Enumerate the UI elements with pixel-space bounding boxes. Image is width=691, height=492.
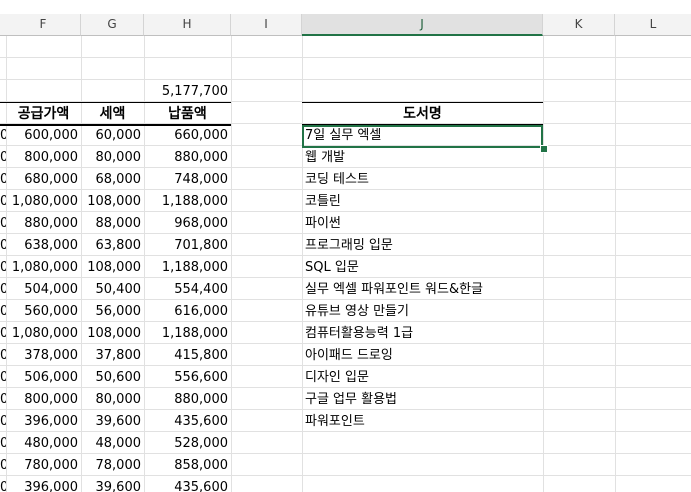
cell-book-title[interactable]: 파이썬 [302, 213, 543, 235]
cell-supply[interactable]: 800,000 [6, 389, 81, 411]
cell-tax[interactable]: 108,000 [81, 191, 144, 213]
cell-tax[interactable]: 80,000 [81, 147, 144, 169]
cell-book-title[interactable]: 실무 엑셀 파워포인트 워드&한글 [302, 279, 543, 301]
cell-delivery[interactable]: 1,188,000 [144, 257, 231, 279]
cell-book-title[interactable]: 유튜브 영상 만들기 [302, 301, 543, 323]
cell-book-title[interactable]: 코틀린 [302, 191, 543, 213]
column-header-k[interactable]: K [543, 14, 615, 36]
cell-delivery[interactable]: 880,000 [144, 389, 231, 411]
cell-tax[interactable]: 108,000 [81, 323, 144, 345]
cell-supply[interactable]: 800,000 [6, 147, 81, 169]
cell-book-title[interactable]: SQL 입문 [302, 257, 543, 279]
cell-tax[interactable]: 39,600 [81, 411, 144, 433]
cell-delivery[interactable]: 616,000 [144, 301, 231, 323]
cell-tax[interactable]: 88,000 [81, 213, 144, 235]
cell-tax[interactable]: 108,000 [81, 257, 144, 279]
spreadsheet: F G H I J K L 5,177,700 공급가액 세액 납품액 도서명 … [0, 0, 691, 492]
cell-delivery[interactable]: 858,000 [144, 455, 231, 477]
cell-supply[interactable]: 480,000 [6, 433, 81, 455]
cell-book-title[interactable] [302, 455, 543, 477]
cell-tax[interactable]: 50,400 [81, 279, 144, 301]
cell-tax[interactable]: 63,800 [81, 235, 144, 257]
cell-tax[interactable]: 56,000 [81, 301, 144, 323]
cell-book-title[interactable]: 구글 업무 활용법 [302, 389, 543, 411]
cell-delivery[interactable]: 554,400 [144, 279, 231, 301]
cell-book-title[interactable]: 아이패드 드로잉 [302, 345, 543, 367]
cell-supply[interactable]: 396,000 [6, 411, 81, 433]
cell-delivery[interactable]: 528,000 [144, 433, 231, 455]
total-cell[interactable]: 5,177,700 [144, 81, 231, 103]
header-book-title[interactable]: 도서명 [302, 103, 543, 125]
cell-delivery[interactable]: 556,600 [144, 367, 231, 389]
cell-supply[interactable]: 880,000 [6, 213, 81, 235]
cell-tax[interactable]: 78,000 [81, 455, 144, 477]
cell-delivery[interactable]: 880,000 [144, 147, 231, 169]
fill-handle[interactable] [540, 145, 548, 153]
cell-book-title[interactable]: 코딩 테스트 [302, 169, 543, 191]
cell-delivery[interactable]: 660,000 [144, 125, 231, 147]
cell-supply[interactable]: 396,000 [6, 477, 81, 492]
cell-supply[interactable]: 1,080,000 [6, 191, 81, 213]
cell-delivery[interactable]: 968,000 [144, 213, 231, 235]
header-delivery-amount[interactable]: 납품액 [144, 103, 231, 125]
cell-tax[interactable]: 37,800 [81, 345, 144, 367]
column-header-i[interactable]: I [231, 14, 302, 36]
cell-tax[interactable]: 80,000 [81, 389, 144, 411]
column-header-l[interactable]: L [615, 14, 691, 36]
column-header-j[interactable]: J [302, 14, 543, 36]
cell-book-title[interactable]: 웹 개발 [302, 147, 543, 169]
active-cell-selection[interactable] [302, 125, 543, 148]
cell-delivery[interactable]: 1,188,000 [144, 191, 231, 213]
cell-book-title[interactable]: 파워포인트 [302, 411, 543, 433]
cell-book-title[interactable]: 프로그래밍 입문 [302, 235, 543, 257]
cell-tax[interactable]: 39,600 [81, 477, 144, 492]
column-header-g[interactable]: G [81, 14, 144, 36]
cell-delivery[interactable]: 701,800 [144, 235, 231, 257]
cell-supply[interactable]: 638,000 [6, 235, 81, 257]
cell-supply[interactable]: 600,000 [6, 125, 81, 147]
cell-delivery[interactable]: 748,000 [144, 169, 231, 191]
cell-tax[interactable]: 48,000 [81, 433, 144, 455]
cell-supply[interactable]: 378,000 [6, 345, 81, 367]
header-tax[interactable]: 세액 [81, 103, 144, 125]
cell-book-title[interactable] [302, 477, 543, 492]
cell-delivery[interactable]: 435,600 [144, 477, 231, 492]
cell-supply[interactable]: 506,000 [6, 367, 81, 389]
ribbon-edge [0, 0, 691, 14]
cell-book-title[interactable]: 디자인 입문 [302, 367, 543, 389]
cell-tax[interactable]: 60,000 [81, 125, 144, 147]
cell-supply[interactable]: 680,000 [6, 169, 81, 191]
cell-supply[interactable]: 1,080,000 [6, 257, 81, 279]
cell-book-title[interactable]: 컴퓨터활용능력 1급 [302, 323, 543, 345]
header-supply-amount[interactable]: 공급가액 [6, 103, 81, 125]
cell-delivery[interactable]: 435,600 [144, 411, 231, 433]
cell-supply[interactable]: 504,000 [6, 279, 81, 301]
column-header-h[interactable]: H [144, 14, 231, 36]
cell-delivery[interactable]: 415,800 [144, 345, 231, 367]
cell-book-title[interactable] [302, 433, 543, 455]
cell-supply[interactable]: 560,000 [6, 301, 81, 323]
cell-supply[interactable]: 780,000 [6, 455, 81, 477]
cell-delivery[interactable]: 1,188,000 [144, 323, 231, 345]
cell-tax[interactable]: 68,000 [81, 169, 144, 191]
cell-supply[interactable]: 1,080,000 [6, 323, 81, 345]
column-header-f[interactable]: F [6, 14, 81, 36]
cell-tax[interactable]: 50,600 [81, 367, 144, 389]
